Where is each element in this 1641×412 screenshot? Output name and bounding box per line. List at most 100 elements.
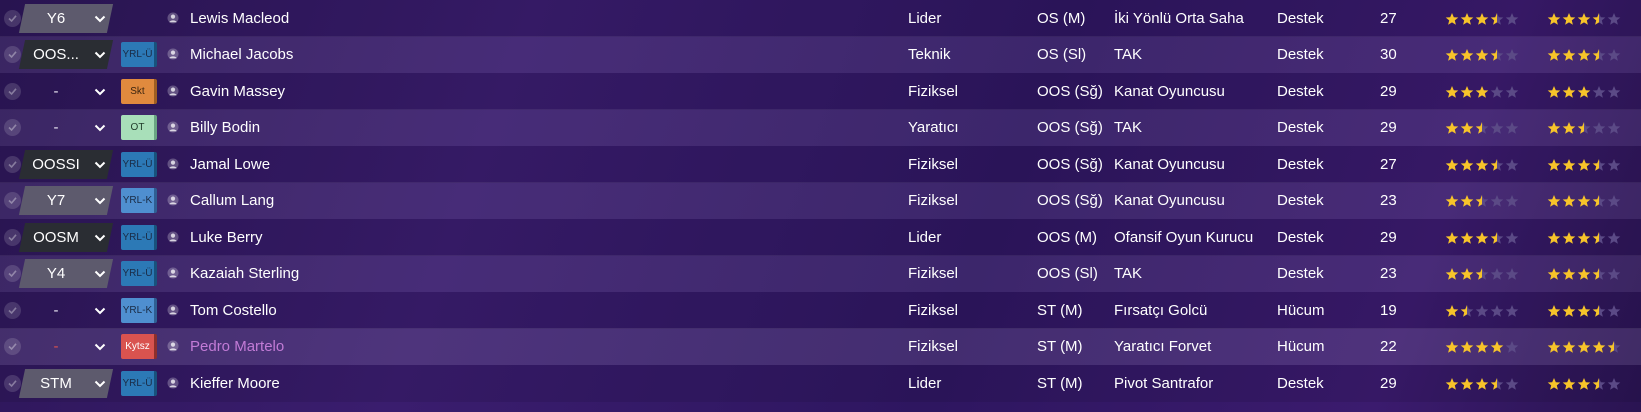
table-row[interactable]: OOSSI YRL-Ü Jamal Lowe Fiziksel OOS (Sğ) Kana… xyxy=(0,146,1641,183)
player-name-link[interactable]: Michael Jacobs xyxy=(190,36,293,73)
star-full-icon xyxy=(1445,12,1459,25)
duty-cell: Destek xyxy=(1277,375,1324,392)
table-row[interactable]: - Kytsz Pedro Martelo Fiziksel ST (M) Yaratıc… xyxy=(0,328,1641,365)
status-badge: YRL-Ü xyxy=(121,152,157,177)
position-selector[interactable]: Y7 xyxy=(18,186,114,215)
table-row[interactable]: OOS... YRL-Ü Michael Jacobs Teknik OS (Sl) TA… xyxy=(0,36,1641,73)
table-row[interactable]: OOSM YRL-Ü Luke Berry Lider OOS (M) Ofansif O… xyxy=(0,219,1641,256)
select-checkbox[interactable] xyxy=(4,229,21,246)
table-row[interactable]: - OT Billy Bodin Yaratıcı OOS (Sğ) TAK Destek 2… xyxy=(0,109,1641,146)
star-half-icon xyxy=(1592,194,1606,207)
position-selector[interactable]: - xyxy=(19,77,113,106)
chevron-down-icon[interactable] xyxy=(90,113,110,142)
age-cell: 29 xyxy=(1380,375,1397,392)
table-row[interactable]: Y7 YRL-K Callum Lang Fiziksel OOS (Sğ) Kanat … xyxy=(0,182,1641,219)
position-selector[interactable]: OOS... xyxy=(18,40,114,69)
table-row[interactable]: STM YRL-Ü Kieffer Moore Lider ST (M) Pivot Sa… xyxy=(0,365,1641,402)
star-full-icon xyxy=(1562,194,1576,207)
select-checkbox[interactable] xyxy=(4,375,21,392)
select-checkbox[interactable] xyxy=(4,119,21,136)
player-name-link[interactable]: Callum Lang xyxy=(190,182,274,219)
chevron-down-icon[interactable] xyxy=(90,259,110,288)
duty-cell: Destek xyxy=(1277,10,1324,27)
position-selector[interactable]: - xyxy=(19,296,113,325)
person-icon xyxy=(167,255,181,292)
star-half-icon xyxy=(1592,377,1606,390)
star-half-icon xyxy=(1490,231,1504,244)
select-checkbox[interactable] xyxy=(4,83,21,100)
star-empty-icon xyxy=(1607,12,1621,25)
select-checkbox[interactable] xyxy=(4,46,21,63)
select-checkbox[interactable] xyxy=(4,156,21,173)
chevron-down-icon[interactable] xyxy=(90,296,110,325)
star-half-icon xyxy=(1577,121,1591,134)
player-name-link[interactable]: Tom Costello xyxy=(190,292,277,329)
table-row[interactable]: - YRL-K Tom Costello Fiziksel ST (M) Fırsatçı… xyxy=(0,292,1641,329)
player-name-link[interactable]: Luke Berry xyxy=(190,219,263,256)
chevron-down-icon[interactable] xyxy=(90,223,110,252)
player-name-link[interactable]: Jamal Lowe xyxy=(190,146,270,183)
position-selector[interactable]: - xyxy=(19,332,113,361)
position-selector[interactable]: STM xyxy=(18,369,114,398)
table-row[interactable]: Y6 Lewis Macleod Lider OS (M) İki Yönlü Orta… xyxy=(0,0,1641,37)
position-selector[interactable]: - xyxy=(19,113,113,142)
select-checkbox[interactable] xyxy=(4,265,21,282)
star-full-icon xyxy=(1562,267,1576,280)
position-selector[interactable]: Y4 xyxy=(18,259,114,288)
chevron-down-icon[interactable] xyxy=(90,186,110,215)
position-selector[interactable]: OOSM xyxy=(18,223,114,252)
star-full-icon xyxy=(1577,267,1591,280)
table-row[interactable]: Y4 YRL-Ü Kazaiah Sterling Fiziksel OOS (Sl) T… xyxy=(0,255,1641,292)
potential-ability-stars xyxy=(1547,219,1621,256)
position-selector[interactable]: OOSSI xyxy=(18,150,114,179)
star-empty-icon xyxy=(1607,267,1621,280)
player-name-link[interactable]: Gavin Massey xyxy=(190,73,285,110)
potential-ability-stars xyxy=(1547,109,1621,146)
status-badge: YRL-Ü xyxy=(121,371,157,396)
player-name-link[interactable]: Billy Bodin xyxy=(190,109,260,146)
star-empty-icon xyxy=(1490,194,1504,207)
select-checkbox[interactable] xyxy=(4,10,21,27)
star-full-icon xyxy=(1445,267,1459,280)
position-selector[interactable]: Y6 xyxy=(18,4,114,33)
player-name-link[interactable]: Lewis Macleod xyxy=(190,0,289,37)
personality-cell: Fiziksel xyxy=(908,265,959,282)
personality-cell: Yaratıcı xyxy=(908,119,959,136)
select-checkbox[interactable] xyxy=(4,192,21,209)
select-checkbox[interactable] xyxy=(4,338,21,355)
star-full-icon xyxy=(1577,12,1591,25)
chevron-down-icon[interactable] xyxy=(90,4,110,33)
current-ability-stars xyxy=(1445,255,1519,292)
chevron-down-icon[interactable] xyxy=(90,332,110,361)
star-full-icon xyxy=(1475,340,1489,353)
table-row[interactable]: - Skt Gavin Massey Fiziksel OOS (Sğ) Kanat Oy… xyxy=(0,73,1641,110)
star-half-icon xyxy=(1475,267,1489,280)
duty-cell: Destek xyxy=(1277,119,1324,136)
star-half-icon xyxy=(1475,121,1489,134)
star-full-icon xyxy=(1445,304,1459,317)
select-checkbox[interactable] xyxy=(4,302,21,319)
position-cell: OS (M) xyxy=(1037,10,1086,27)
age-cell: 29 xyxy=(1380,83,1397,100)
chevron-down-icon[interactable] xyxy=(90,40,110,69)
personality-cell: Fiziksel xyxy=(908,156,959,173)
player-name-link[interactable]: Kazaiah Sterling xyxy=(190,255,299,292)
chevron-down-icon[interactable] xyxy=(90,150,110,179)
potential-ability-stars xyxy=(1547,36,1621,73)
status-badge: OT xyxy=(121,115,157,140)
person-icon xyxy=(167,292,181,329)
star-full-icon xyxy=(1547,48,1561,61)
star-full-icon xyxy=(1460,85,1474,98)
chevron-down-icon[interactable] xyxy=(90,77,110,106)
star-full-icon xyxy=(1547,158,1561,171)
current-ability-stars xyxy=(1445,109,1519,146)
star-full-icon xyxy=(1562,121,1576,134)
position-label: OOSM xyxy=(33,229,79,246)
player-name-link[interactable]: Kieffer Moore xyxy=(190,365,280,402)
star-empty-icon xyxy=(1505,267,1519,280)
player-name-link[interactable]: Pedro Martelo xyxy=(190,328,284,365)
star-empty-icon xyxy=(1505,304,1519,317)
current-ability-stars xyxy=(1445,292,1519,329)
star-empty-icon xyxy=(1607,158,1621,171)
chevron-down-icon[interactable] xyxy=(90,369,110,398)
